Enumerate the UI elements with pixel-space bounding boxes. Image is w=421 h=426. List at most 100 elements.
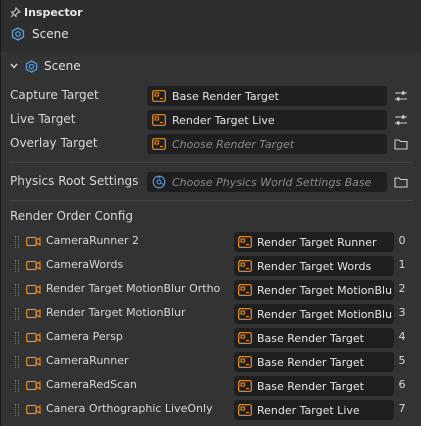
list-item[interactable]: Canera Orthographic LiveOnly Render Targ… <box>9 398 413 422</box>
render-target-value: Base Render Target <box>257 331 364 345</box>
folder-icon <box>394 139 408 150</box>
render-target-field[interactable]: Render Target Live <box>234 400 394 420</box>
folder-icon <box>394 177 408 188</box>
render-target-value: Render Target Words <box>257 259 372 273</box>
render-target-field[interactable]: Base Render Target <box>234 352 394 372</box>
render-target-field[interactable]: Render Target MotionBlu <box>234 304 394 324</box>
camera-icon <box>26 284 41 295</box>
scene-section-header[interactable]: Scene <box>9 59 81 73</box>
camera-name: Canera Orthographic LiveOnly <box>46 402 213 415</box>
render-target-field[interactable]: Base Render Target <box>234 376 394 396</box>
camera-name: CameraRunner <box>46 354 129 367</box>
drag-handle-icon[interactable] <box>15 308 19 320</box>
render-target-icon <box>152 90 166 102</box>
render-target-icon <box>238 380 252 392</box>
overlay-target-placeholder: Choose Render Target <box>172 137 295 151</box>
camera-name: CameraRunner 2 <box>46 234 140 247</box>
render-target-value: Base Render Target <box>257 379 364 393</box>
camera-icon <box>26 332 41 343</box>
live-target-field[interactable]: Render Target Live <box>147 110 387 130</box>
capture-target-field[interactable]: Base Render Target <box>147 86 387 106</box>
pin-icon[interactable] <box>10 7 21 18</box>
camera-icon <box>26 236 41 247</box>
list-item[interactable]: Camera Persp Base Render Target 4 <box>9 326 413 350</box>
drag-handle-icon[interactable] <box>15 404 19 416</box>
inspector-title-label: Inspector <box>24 6 83 19</box>
render-target-icon <box>238 332 252 344</box>
overlay-target-label: Overlay Target <box>10 136 98 150</box>
sliders-icon <box>395 91 407 101</box>
camera-icon <box>26 380 41 391</box>
camera-name: Render Target MotionBlur Ortho <box>46 282 221 295</box>
camera-name: Camera Persp <box>46 330 123 343</box>
order-index: 5 <box>398 354 406 367</box>
camera-icon <box>26 308 41 319</box>
render-target-field[interactable]: Render Target Words <box>234 256 394 276</box>
scene-icon <box>11 27 25 41</box>
inspector-panel: Inspector Scene Scene Capture Target Bas… <box>0 0 421 426</box>
render-target-field[interactable]: Render Target Runner <box>234 232 394 252</box>
list-item[interactable]: CameraRedScan Base Render Target 6 <box>9 374 413 398</box>
drag-handle-icon[interactable] <box>15 332 19 344</box>
drag-handle-icon[interactable] <box>15 260 19 272</box>
camera-icon <box>26 260 41 271</box>
render-target-icon <box>238 308 252 320</box>
camera-name: CameraWords <box>46 258 124 271</box>
list-item[interactable]: CameraRunner Base Render Target 5 <box>9 350 413 374</box>
list-item[interactable]: Render Target MotionBlur Ortho Render Ta… <box>9 278 413 302</box>
render-target-icon <box>238 284 252 296</box>
scene-icon <box>25 59 38 73</box>
capture-target-label: Capture Target <box>10 88 99 102</box>
render-target-icon <box>238 356 252 368</box>
render-target-value: Render Target Runner <box>257 235 377 249</box>
inspector-content: Scene Capture Target Base Render Target … <box>1 52 421 426</box>
render-target-value: Render Target MotionBlu <box>257 283 393 297</box>
list-item[interactable]: CameraWords Render Target Words 1 <box>9 254 413 278</box>
render-target-value: Render Target Live <box>257 403 360 417</box>
render-target-icon <box>238 236 252 248</box>
live-target-settings-button[interactable] <box>389 110 413 130</box>
capture-target-settings-button[interactable] <box>389 86 413 106</box>
render-target-icon <box>152 114 166 126</box>
scene-section-title: Scene <box>44 59 81 73</box>
chevron-down-icon[interactable] <box>9 61 19 71</box>
selected-object: Scene <box>11 27 69 41</box>
order-index: 3 <box>398 306 406 319</box>
render-target-icon <box>238 404 252 416</box>
camera-name: CameraRedScan <box>46 378 137 391</box>
camera-icon <box>26 404 41 415</box>
render-target-field[interactable]: Base Render Target <box>234 328 394 348</box>
physics-root-browse-button[interactable] <box>389 172 413 192</box>
order-index: 2 <box>398 282 406 295</box>
selected-object-name: Scene <box>32 27 69 41</box>
render-target-value: Render Target MotionBlu <box>257 307 393 321</box>
section-divider <box>9 162 413 163</box>
drag-handle-icon[interactable] <box>15 356 19 368</box>
drag-handle-icon[interactable] <box>15 236 19 248</box>
physics-root-placeholder: Choose Physics World Settings Base <box>172 175 372 189</box>
live-target-label: Live Target <box>10 112 76 126</box>
render-target-icon <box>152 138 166 150</box>
render-order-label: Render Order Config <box>10 209 133 223</box>
physics-root-label: Physics Root Settings <box>10 174 139 188</box>
order-index: 7 <box>398 402 406 415</box>
inspector-header: Inspector Scene <box>1 0 421 53</box>
list-item[interactable]: Render Target MotionBlur Render Target M… <box>9 302 413 326</box>
physics-root-field[interactable]: Choose Physics World Settings Base <box>147 172 387 192</box>
render-target-field[interactable]: Render Target MotionBlu <box>234 280 394 300</box>
overlay-target-browse-button[interactable] <box>389 134 413 154</box>
render-target-value: Base Render Target <box>257 355 364 369</box>
section-divider <box>9 200 413 201</box>
overlay-target-field[interactable]: Choose Render Target <box>147 134 387 154</box>
order-index: 4 <box>398 330 406 343</box>
camera-name: Render Target MotionBlur <box>46 306 186 319</box>
order-index: 0 <box>398 234 406 247</box>
drag-handle-icon[interactable] <box>15 380 19 392</box>
render-order-list: CameraRunner 2 Render Target Runner 0 Ca… <box>9 230 413 422</box>
camera-icon <box>26 356 41 367</box>
list-item[interactable]: CameraRunner 2 Render Target Runner 0 <box>9 230 413 254</box>
inspector-title: Inspector <box>10 6 83 19</box>
live-target-value: Render Target Live <box>172 113 275 127</box>
sliders-icon <box>395 115 407 125</box>
drag-handle-icon[interactable] <box>15 284 19 296</box>
